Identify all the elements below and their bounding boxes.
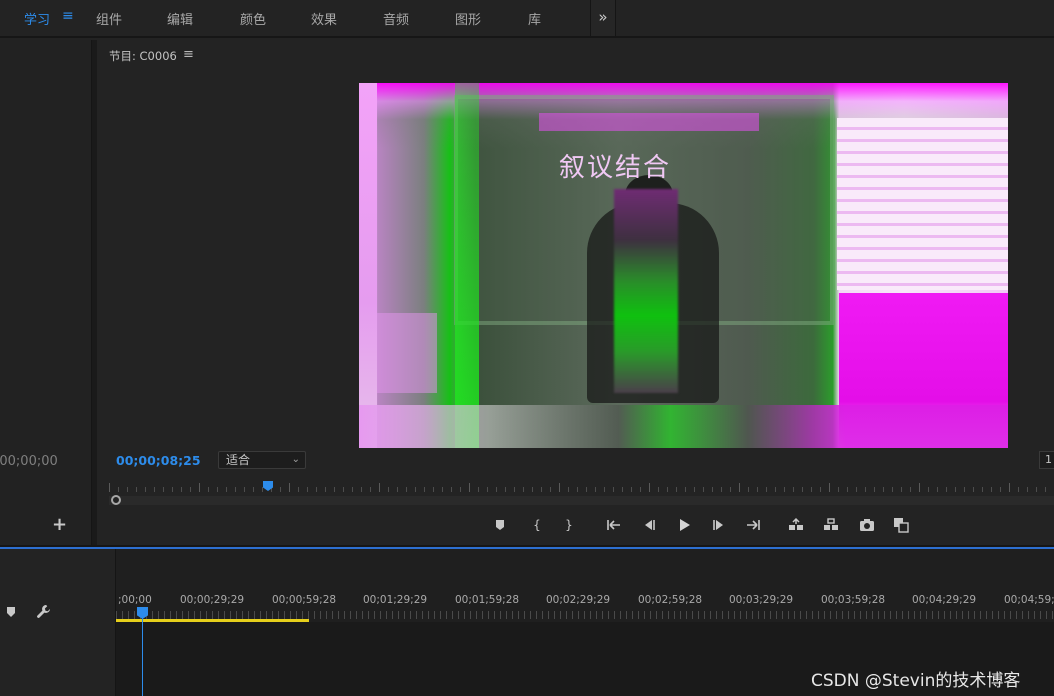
step-forward-icon[interactable] (709, 515, 729, 535)
video-slide-screen (837, 118, 1008, 290)
ruler-major-tick (919, 483, 920, 492)
workspace-tab-assembly[interactable]: 组件 (96, 9, 122, 28)
extract-icon[interactable] (821, 515, 841, 535)
more-workspaces-icon[interactable]: » (590, 0, 616, 36)
workspace-tab-editing[interactable]: 编辑 (167, 9, 193, 28)
timeline-ruler-label: 00;03;29;29 (729, 594, 794, 606)
premiere-window: 学习 ≡ 组件 编辑 颜色 效果 音频 图形 库 » ;00;00;00 + 节… (0, 0, 1054, 696)
timeline-ruler-label: 00;03;59;28 (821, 594, 886, 606)
workspace-tab-color[interactable]: 颜色 (240, 9, 266, 28)
ruler-major-tick (829, 483, 830, 492)
source-timecode: ;00;00;00 (0, 454, 58, 469)
timeline-ruler-label: 00;04;59;29 (1004, 594, 1054, 606)
mark-in-icon[interactable]: { (527, 515, 547, 535)
video-floor (359, 405, 1008, 448)
go-to-in-icon[interactable] (604, 515, 624, 535)
source-panel: ;00;00;00 + (0, 40, 92, 545)
export-frame-icon[interactable] (857, 515, 877, 535)
lift-icon[interactable] (786, 515, 806, 535)
go-to-out-icon[interactable] (743, 515, 763, 535)
ruler-major-tick (379, 483, 380, 492)
timeline-ruler-label: 00;00;59;28 (272, 594, 337, 606)
add-marker-icon[interactable] (490, 515, 510, 535)
zoom-fit-select[interactable]: 适合 ⌄ (218, 451, 306, 469)
timeline-ruler-label: 00;02;29;29 (546, 594, 611, 606)
program-monitor-title[interactable]: 节目: C0006 (109, 48, 177, 64)
timeline-ruler-label: 00;01;29;29 (363, 594, 428, 606)
zoom-scrollbar[interactable] (109, 496, 1054, 505)
video-left-edge (359, 83, 377, 448)
watermark-text: CSDN @Stevin的技术博客 (811, 671, 1021, 691)
timeline-ruler-label: 00;01;59;28 (455, 594, 520, 606)
ruler-major-tick (1009, 483, 1010, 492)
workspace-tab-graphics[interactable]: 图形 (455, 9, 481, 28)
panel-menu-icon[interactable]: ≡ (183, 47, 194, 62)
ruler-major-tick (739, 483, 740, 492)
play-icon[interactable] (674, 515, 694, 535)
playhead-timecode[interactable]: 00;00;08;25 (116, 453, 201, 468)
step-back-icon[interactable] (639, 515, 659, 535)
zoom-scrollbar-handle[interactable] (111, 495, 121, 505)
ruler-major-tick (109, 483, 110, 492)
timeline-ruler-label: 00;04;29;29 (912, 594, 977, 606)
timeline-track-header (0, 549, 116, 696)
ruler-major-tick (199, 483, 200, 492)
video-green-streak (455, 83, 479, 448)
wrench-icon[interactable] (36, 604, 52, 620)
ruler-major-tick (649, 483, 650, 492)
work-area-bar[interactable] (116, 619, 309, 622)
program-monitor: 节目: C0006 ≡ 叙议结合 00;00;08;25 适合 ⌄ 1 {} (97, 40, 1054, 545)
zoom-fit-value: 适合 (226, 453, 251, 467)
marker-icon[interactable] (6, 606, 16, 618)
workspace-bar: 学习 ≡ 组件 编辑 颜色 效果 音频 图形 库 » (0, 0, 1054, 38)
ruler-major-tick (289, 483, 290, 492)
video-wall-patch (377, 313, 437, 393)
video-blur-mask (614, 189, 678, 393)
workspace-tab-effects[interactable]: 效果 (311, 9, 337, 28)
comparison-view-icon[interactable] (891, 515, 911, 535)
workspace-tab-audio[interactable]: 音频 (383, 9, 409, 28)
video-board-highlight (539, 113, 759, 131)
add-icon[interactable]: + (52, 514, 67, 535)
program-time-ruler[interactable] (109, 480, 1054, 492)
timeline-ruler[interactable] (116, 611, 1054, 619)
workspace-menu-icon[interactable]: ≡ (62, 8, 74, 24)
workspace-tab-learning[interactable]: 学习 (24, 9, 50, 28)
ruler-major-tick (559, 483, 560, 492)
ruler-major-tick (469, 483, 470, 492)
workspace-tab-libraries[interactable]: 库 (528, 9, 541, 28)
timeline-ruler-label: 00;02;59;28 (638, 594, 703, 606)
video-chalk-text: 叙议结合 (559, 153, 672, 183)
playback-resolution-select[interactable]: 1 (1039, 451, 1054, 469)
chevron-down-icon: ⌄ (291, 454, 300, 465)
timeline-ruler-label: ;00;00 (118, 594, 152, 606)
video-frame: 叙议结合 (359, 83, 1008, 448)
timeline-playhead-line (142, 617, 143, 696)
mark-out-icon[interactable]: } (559, 515, 579, 535)
timeline-ruler-label: 00;00;29;29 (180, 594, 245, 606)
